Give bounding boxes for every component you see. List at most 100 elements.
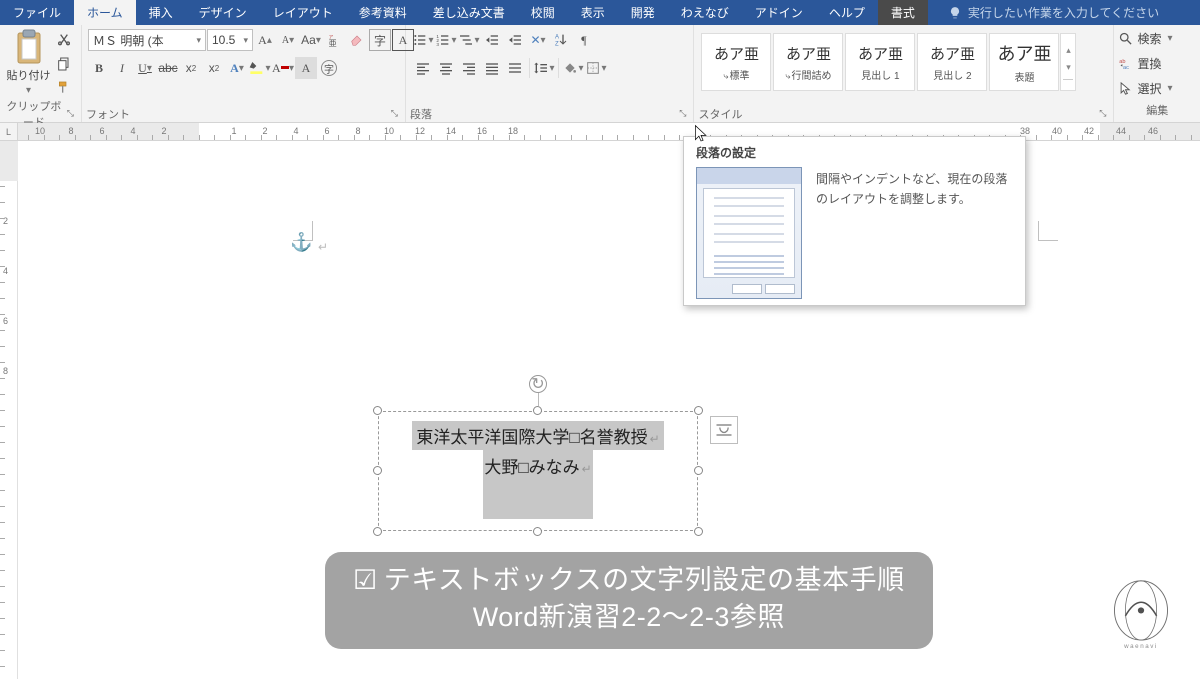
tab-references[interactable]: 参考資料 bbox=[346, 0, 420, 25]
select-button[interactable]: 選択▾ bbox=[1118, 77, 1196, 99]
highlight-button[interactable]: ▾ bbox=[249, 57, 271, 79]
font-color-button[interactable]: A▾ bbox=[272, 57, 294, 79]
eraser-icon bbox=[349, 32, 365, 48]
superscript-button[interactable]: x2 bbox=[203, 57, 225, 79]
subscript-button[interactable]: x2 bbox=[180, 57, 202, 79]
resize-handle-tm[interactable] bbox=[533, 406, 542, 415]
vertical-ruler[interactable]: 2468 bbox=[0, 141, 18, 679]
bold-button[interactable]: B bbox=[88, 57, 110, 79]
tab-mailings[interactable]: 差し込み文書 bbox=[420, 0, 518, 25]
svg-text:waenavi: waenavi bbox=[1123, 643, 1158, 650]
clear-formatting-button[interactable] bbox=[346, 29, 368, 51]
styles-launcher[interactable]: ⤡ bbox=[1096, 108, 1109, 119]
text-box[interactable]: ↻ 東洋太平洋国際大学□名誉教授 大野□みなみ bbox=[378, 411, 698, 531]
align-center-icon bbox=[438, 60, 454, 76]
ribbon-tabs: ファイル ホーム 挿入 デザイン レイアウト 参考資料 差し込み文書 校閲 表示… bbox=[0, 0, 1200, 25]
paint-bucket-icon bbox=[562, 60, 578, 76]
tab-developer[interactable]: 開発 bbox=[618, 0, 668, 25]
svg-text:Z: Z bbox=[555, 41, 559, 47]
cut-button[interactable] bbox=[53, 29, 75, 51]
tab-waenabi[interactable]: わえなび bbox=[668, 0, 742, 25]
justify-button[interactable] bbox=[481, 57, 503, 79]
tab-format[interactable]: 書式 bbox=[878, 0, 928, 25]
tab-addins[interactable]: アドイン bbox=[742, 0, 816, 25]
resize-handle-mr[interactable] bbox=[694, 466, 703, 475]
paragraph-settings-tooltip: 段落の設定 間隔やインデントなど、現在の段落のレイアウトを調整します。 bbox=[683, 136, 1026, 306]
replace-button[interactable]: abac置換 bbox=[1118, 52, 1196, 74]
font-name-combo[interactable]: ＭＳ 明朝 (本 bbox=[88, 29, 206, 51]
tab-insert[interactable]: 挿入 bbox=[136, 0, 186, 25]
resize-handle-tl[interactable] bbox=[373, 406, 382, 415]
search-icon bbox=[1118, 31, 1133, 46]
tab-home[interactable]: ホーム bbox=[74, 0, 136, 25]
channel-logo: waenavi bbox=[1102, 573, 1180, 651]
grow-font-button[interactable]: A▴ bbox=[254, 29, 276, 51]
layout-options-button[interactable] bbox=[710, 416, 738, 444]
rotate-handle[interactable]: ↻ bbox=[529, 375, 547, 393]
resize-handle-br[interactable] bbox=[694, 527, 703, 536]
resize-handle-tr[interactable] bbox=[694, 406, 703, 415]
tab-view[interactable]: 表示 bbox=[568, 0, 618, 25]
asian-layout-button[interactable]: ✕▾ bbox=[527, 29, 549, 51]
ruler-corner[interactable]: L bbox=[0, 123, 18, 141]
line-spacing-icon bbox=[533, 60, 549, 76]
copy-button[interactable] bbox=[53, 53, 75, 75]
svg-text:亜: 亜 bbox=[329, 39, 337, 48]
clipboard-launcher[interactable]: ⤡ bbox=[64, 108, 77, 119]
indent-icon bbox=[507, 32, 523, 48]
format-painter-button[interactable] bbox=[53, 77, 75, 99]
outdent-icon bbox=[484, 32, 500, 48]
distributed-button[interactable] bbox=[504, 57, 526, 79]
character-shading-button[interactable]: A bbox=[295, 57, 317, 79]
tell-me-search[interactable]: 実行したい作業を入力してください bbox=[938, 0, 1200, 25]
tab-design[interactable]: デザイン bbox=[186, 0, 260, 25]
sort-icon: AZ bbox=[553, 32, 569, 48]
shrink-font-button[interactable]: A▾ bbox=[277, 29, 299, 51]
borders-button[interactable]: ▾ bbox=[585, 57, 607, 79]
line-spacing-button[interactable]: ▾ bbox=[533, 57, 555, 79]
paste-button[interactable]: 貼り付け ▾ bbox=[6, 29, 51, 96]
enclose-characters-button[interactable]: 字 bbox=[369, 29, 391, 51]
numbering-button[interactable]: 123▾ bbox=[435, 29, 457, 51]
copy-icon bbox=[56, 56, 72, 72]
italic-button[interactable]: I bbox=[111, 57, 133, 79]
strikethrough-button[interactable]: abc bbox=[157, 57, 179, 79]
font-launcher[interactable]: ⤡ bbox=[388, 108, 401, 119]
show-marks-button[interactable]: ¶ bbox=[573, 29, 595, 51]
styles-gallery[interactable]: あア亜標準 あア亜行間詰め あア亜見出し 1 あア亜見出し 2 あア亜表題 ▴▾ bbox=[700, 31, 1076, 93]
svg-text:ac: ac bbox=[1123, 65, 1129, 71]
styles-more-button[interactable]: ▴▾ bbox=[1060, 33, 1076, 91]
change-case-button[interactable]: Aa▾ bbox=[300, 29, 322, 51]
font-size-combo[interactable]: 10.5 bbox=[207, 29, 253, 51]
paragraph-launcher[interactable]: ⤡ bbox=[676, 108, 689, 119]
multilevel-list-button[interactable]: ▾ bbox=[458, 29, 480, 51]
tab-file[interactable]: ファイル bbox=[0, 0, 74, 25]
underline-button[interactable]: U▾ bbox=[134, 57, 156, 79]
align-left-button[interactable] bbox=[412, 57, 434, 79]
increase-indent-button[interactable] bbox=[504, 29, 526, 51]
text-effects-button[interactable]: A▾ bbox=[226, 57, 248, 79]
enclosed-character-button[interactable]: 字 bbox=[318, 57, 340, 79]
tab-help[interactable]: ヘルプ bbox=[816, 0, 878, 25]
svg-text:ab: ab bbox=[1120, 58, 1126, 64]
align-right-button[interactable] bbox=[458, 57, 480, 79]
align-center-button[interactable] bbox=[435, 57, 457, 79]
bullets-button[interactable]: ▾ bbox=[412, 29, 434, 51]
lightbulb-icon bbox=[948, 6, 962, 20]
highlighter-icon bbox=[249, 60, 265, 76]
tooltip-thumbnail bbox=[696, 167, 802, 299]
tab-review[interactable]: 校閲 bbox=[518, 0, 568, 25]
tab-layout[interactable]: レイアウト bbox=[260, 0, 346, 25]
resize-handle-bm[interactable] bbox=[533, 527, 542, 536]
resize-handle-ml[interactable] bbox=[373, 466, 382, 475]
numbering-icon: 123 bbox=[435, 32, 451, 48]
sort-button[interactable]: AZ bbox=[550, 29, 572, 51]
decrease-indent-button[interactable] bbox=[481, 29, 503, 51]
scissors-icon bbox=[56, 32, 72, 48]
find-button[interactable]: 検索▾ bbox=[1118, 27, 1196, 49]
shading-button[interactable]: ▾ bbox=[562, 57, 584, 79]
align-left-icon bbox=[415, 60, 431, 76]
resize-handle-bl[interactable] bbox=[373, 527, 382, 536]
bullets-icon bbox=[412, 32, 428, 48]
phonetic-guide-button[interactable]: ア亜 bbox=[323, 29, 345, 51]
